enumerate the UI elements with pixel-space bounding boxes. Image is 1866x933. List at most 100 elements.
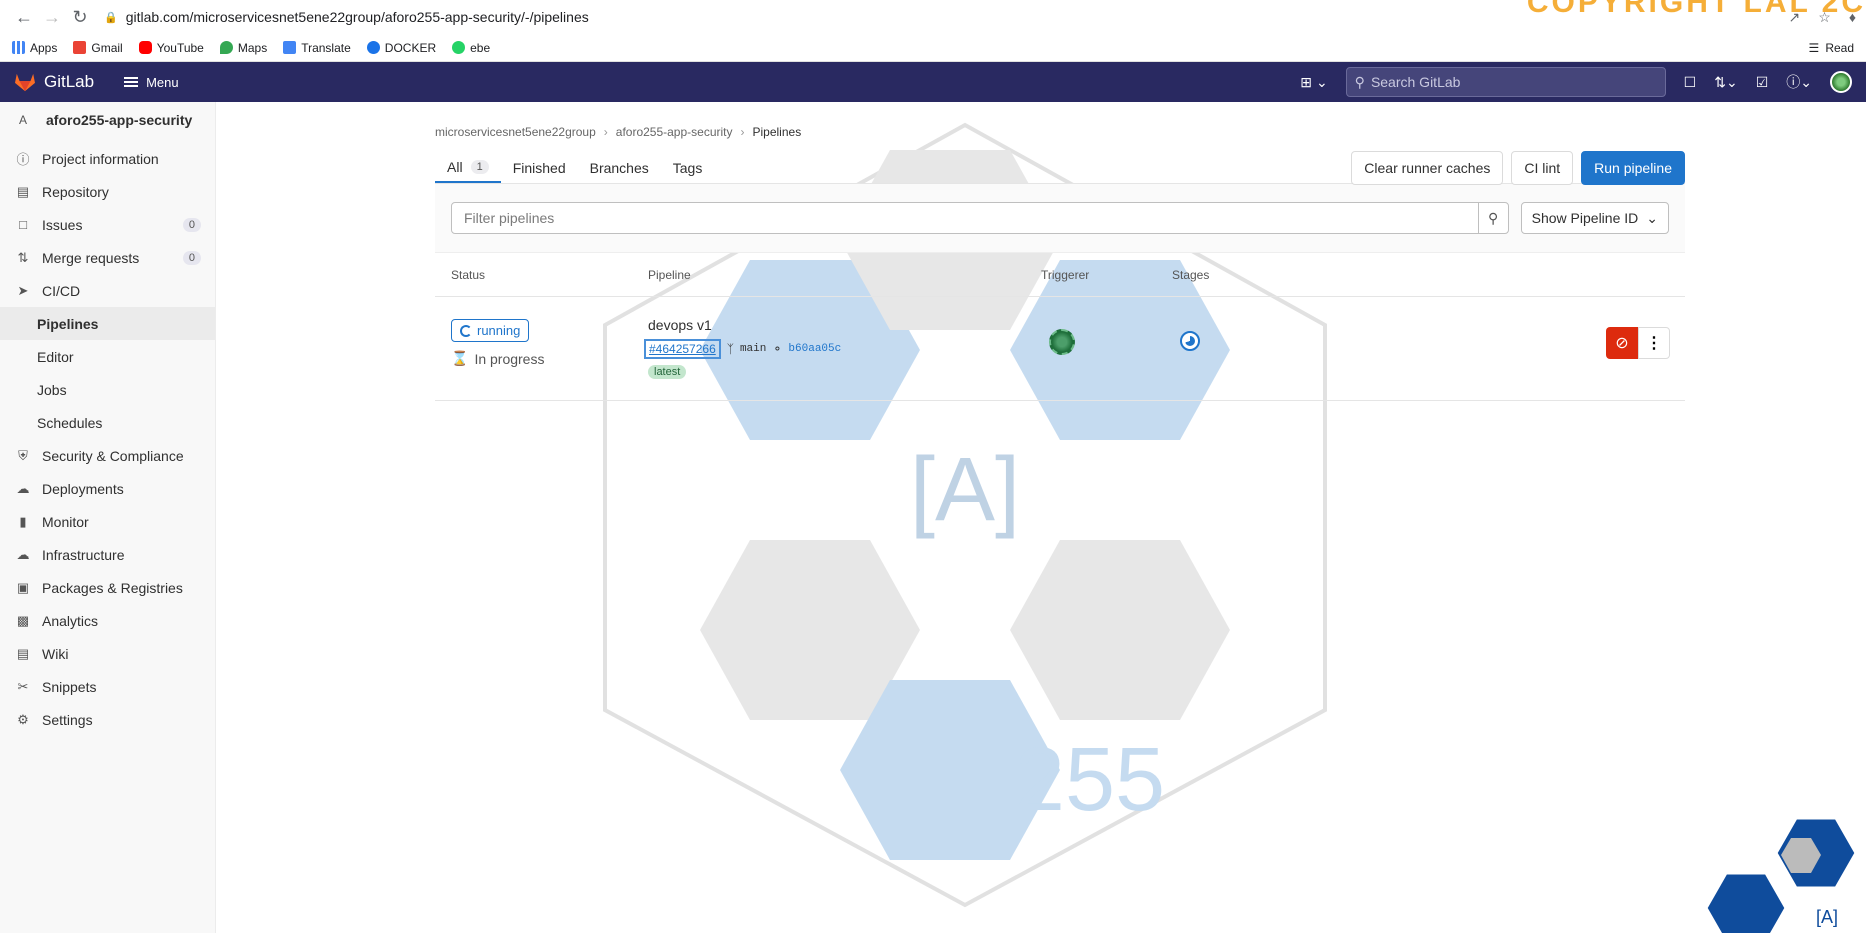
back-arrow-icon[interactable]: ← [10,3,38,31]
gitlab-topbar: GitLab Menu ⊞ ⌄ ⚲ Search GitLab ☐ ⇅⌄ ☑ ⓘ⌄ [0,62,1866,102]
branch-name[interactable]: main [740,343,766,355]
chevron-down-icon: ⌄ [1315,73,1328,90]
sidebar-item-deployments[interactable]: ☁ Deployments [0,472,215,505]
bookmark-ebe[interactable]: ebe [452,41,490,55]
sidebar-item-jobs[interactable]: Jobs [0,373,215,406]
merge-requests-nav-icon[interactable]: ⇅⌄ [1714,74,1737,91]
todo-icon[interactable]: ☑ [1756,74,1769,91]
pipeline-tabs: All 1 Finished Branches Tags Clear runner… [435,132,1685,185]
reading-list-icon: ☰ [1808,40,1820,55]
apps-grid-icon [12,41,25,54]
sidebar-item-schedules[interactable]: Schedules [0,406,215,439]
sidebar-item-pipelines[interactable]: Pipelines [0,307,215,340]
tab-all[interactable]: All 1 [435,152,501,183]
header-pipeline: Pipeline [648,267,691,282]
sidebar-item-analytics[interactable]: ▩ Analytics [0,604,215,637]
tab-finished[interactable]: Finished [501,152,578,183]
new-dropdown-button[interactable]: ⊞ ⌄ [1300,74,1327,91]
breadcrumb-group[interactable]: microservicesnet5ene22group [435,125,596,139]
cancel-icon: ⊘ [1615,335,1629,352]
deployments-icon: ☁ [16,480,30,496]
clear-runner-caches-button[interactable]: Clear runner caches [1351,150,1504,185]
filter-pipelines-box: ⚲ [451,202,1509,234]
bookmark-maps[interactable]: Maps [219,41,267,55]
sidebar-item-security-compliance[interactable]: ⛨ Security & Compliance [0,439,215,472]
table-row: running ⌛ In progress devops v1 #4642572… [435,297,1685,401]
translate-icon [283,41,297,54]
tab-branches[interactable]: Branches [578,152,661,183]
lock-icon: 🔒 [104,11,118,24]
sidebar-item-infrastructure[interactable]: ☁ Infrastructure [0,538,215,571]
bookmark-apps[interactable]: Apps [12,41,57,55]
search-icon: ⚲ [1354,73,1365,90]
project-name: aforo255-app-security [46,112,193,128]
latest-badge: latest [648,365,687,379]
header-stages: Stages [1172,267,1210,282]
watermark-number: 255 [1015,730,1165,830]
gitlab-brand: GitLab [44,72,95,91]
whatsapp-icon [452,41,466,54]
search-icon[interactable]: ⚲ [1477,203,1508,233]
reload-icon[interactable]: ↻ [66,3,94,31]
address-bar[interactable]: 🔒 gitlab.com/microservicesnet5ene22group… [104,9,589,25]
bookmark-gmail[interactable]: Gmail [73,41,123,55]
reading-list[interactable]: ☰ Read [1809,41,1854,55]
hourglass-icon: ⌛ [451,350,469,366]
youtube-icon [138,41,152,54]
breadcrumb-separator-icon: › [740,125,745,139]
bookmark-youtube[interactable]: YouTube [138,41,204,55]
pipelines-table-header: Status Pipeline Triggerer Stages [435,253,1685,297]
copyright-watermark: COPYRIGHT LAL 2C [1526,0,1866,19]
status-badge[interactable]: running [451,319,530,342]
sidebar-item-snippets[interactable]: ✂ Snippets [0,670,215,703]
search-input[interactable]: ⚲ Search GitLab [1345,67,1666,97]
watermark-letter: [A] [910,440,1020,540]
sidebar-item-monitor[interactable]: ▮ Monitor [0,505,215,538]
menu-button[interactable]: Menu [114,69,189,96]
stage-running-icon[interactable] [1180,331,1200,351]
commit-sha[interactable]: b60aa05c [788,343,841,355]
pipelines-main: microservicesnet5ene22group › aforo255-a… [435,102,1685,401]
breadcrumb-current[interactable]: Pipelines [753,125,802,139]
sidebar-item-project-information[interactable]: ⓘ Project information [0,142,215,175]
run-pipeline-button[interactable]: Run pipeline [1581,150,1685,185]
gmail-icon [73,41,87,54]
pipeline-id-link[interactable]: #464257266 [644,339,721,359]
sidebar-item-issues[interactable]: □ Issues 0 [0,208,215,241]
more-actions-button[interactable]: ⋮ [1638,327,1670,359]
help-icon[interactable]: ⓘ⌄ [1786,72,1812,92]
sidebar-item-settings[interactable]: ⚙ Settings [0,703,215,736]
bookmark-translate[interactable]: Translate [283,41,351,55]
sidebar-item-cicd[interactable]: ➤ CI/CD [0,274,215,307]
show-pipeline-id-dropdown[interactable]: Show Pipeline ID ⌄ [1520,202,1669,234]
sidebar-item-packages-registries[interactable]: ▣ Packages & Registries [0,571,215,604]
tab-tags[interactable]: Tags [661,152,715,183]
sidebar-item-repository[interactable]: ▤ Repository [0,175,215,208]
bookmark-docker[interactable]: DOCKER [366,41,436,55]
project-sidebar: A aforo255-app-security ⓘ Project informa… [0,102,216,933]
book-icon: ▤ [16,183,30,199]
forward-arrow-icon[interactable]: → [38,3,66,31]
ci-lint-button[interactable]: CI lint [1511,150,1574,185]
cloud-icon: ☁ [16,546,30,562]
hamburger-icon [124,77,139,87]
header-status: Status [451,267,486,282]
breadcrumb-project[interactable]: aforo255-app-security [616,125,733,139]
gitlab-logo[interactable]: GitLab [14,72,94,92]
duration: ⌛ In progress [451,350,545,367]
sidebar-item-wiki[interactable]: ▤ Wiki [0,637,215,670]
filter-pipelines-input[interactable] [452,203,1478,233]
issues-nav-icon[interactable]: ☐ [1684,74,1697,91]
sidebar-item-editor[interactable]: Editor [0,340,215,373]
project-header[interactable]: A aforo255-app-security [0,102,215,138]
bookmarks-bar: Apps Gmail YouTube Maps Translate DOCKER… [0,34,1866,62]
url-text: gitlab.com/microservicesnet5ene22group/a… [125,9,589,25]
triggerer-avatar[interactable] [1049,329,1075,355]
sidebar-item-merge-requests[interactable]: ⇅ Merge requests 0 [0,241,215,274]
user-avatar[interactable] [1830,71,1852,93]
snippet-icon: ✂ [17,678,29,694]
cancel-pipeline-button[interactable]: ⊘ [1606,327,1638,359]
package-icon: ▣ [16,579,30,595]
issues-icon: □ [19,217,27,232]
pipeline-name[interactable]: devops v1 [648,317,1041,333]
